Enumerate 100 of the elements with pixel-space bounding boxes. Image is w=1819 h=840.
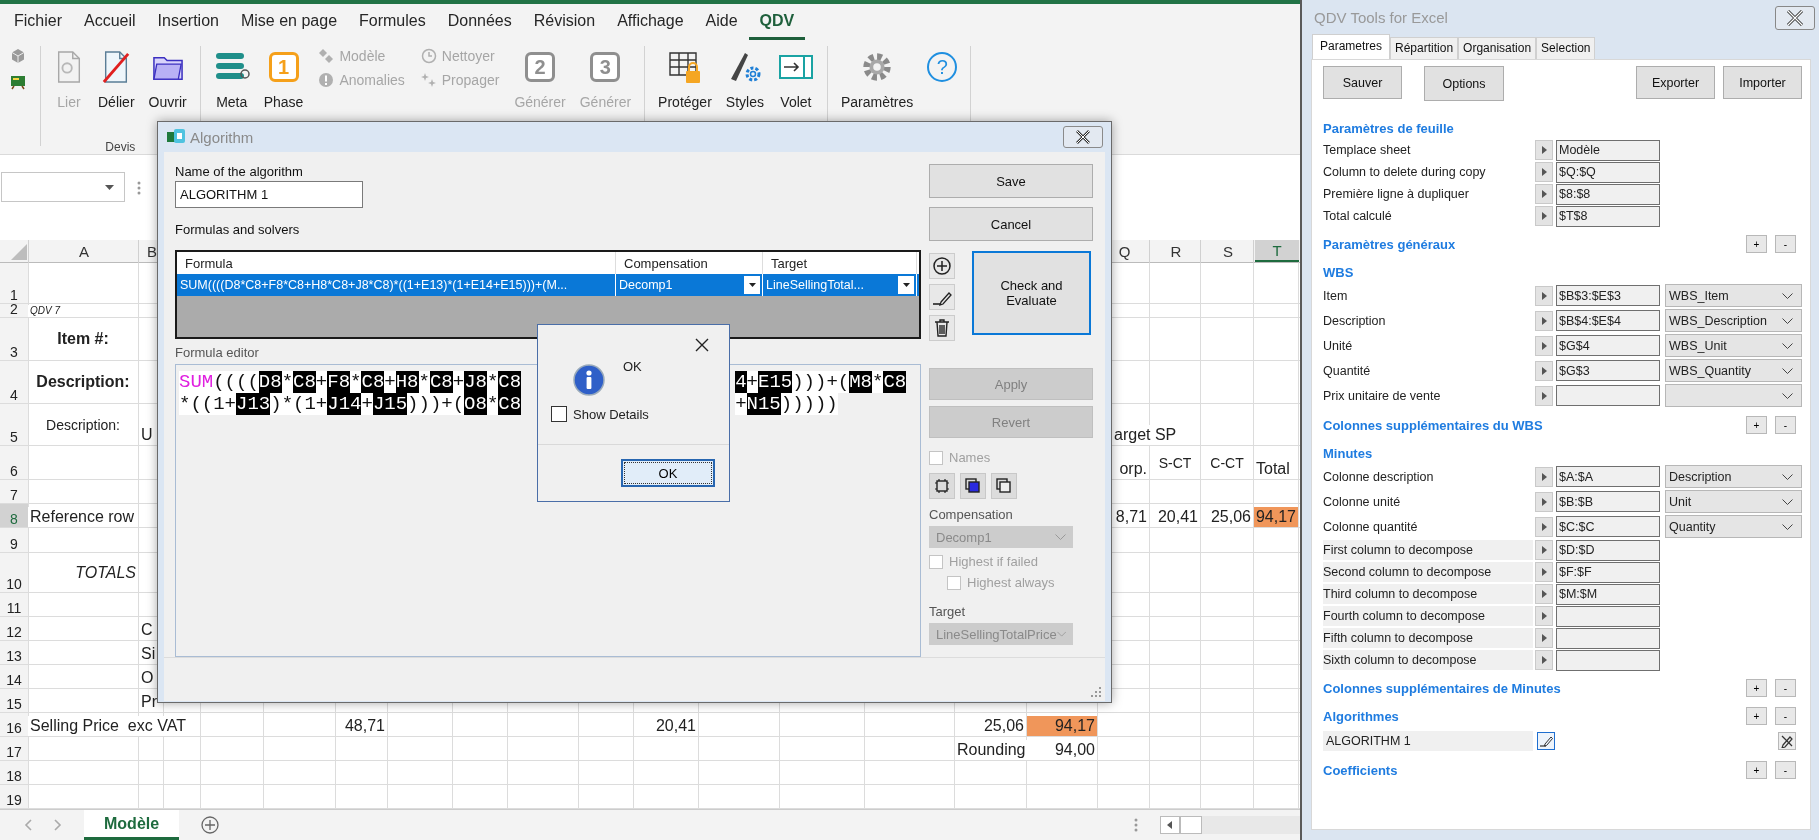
ribbon-button[interactable]: Styles xyxy=(720,46,769,112)
ribbon-tab[interactable]: Affichage xyxy=(606,4,695,40)
dropdown-button[interactable] xyxy=(744,276,760,294)
tab[interactable]: Répartition xyxy=(1390,37,1459,59)
pick-button[interactable] xyxy=(1535,162,1553,182)
panel-button[interactable]: Importer xyxy=(1723,66,1802,99)
panel-button[interactable]: Sauver xyxy=(1323,66,1402,99)
ribbon-button[interactable]: Protéger xyxy=(653,46,717,112)
name-input[interactable]: ALGORITHM 1 xyxy=(175,181,363,208)
remove-button[interactable]: - xyxy=(1775,707,1796,725)
value-field[interactable]: $G$3 xyxy=(1556,360,1660,381)
dropdown[interactable]: WBS_Item xyxy=(1665,284,1802,307)
copy-button[interactable] xyxy=(991,473,1017,499)
ribbon-button[interactable]: 1 Phase xyxy=(258,46,309,112)
value-field[interactable]: Modèle xyxy=(1556,139,1660,161)
ribbon-tab[interactable]: Révision xyxy=(522,4,607,40)
value-field[interactable]: $Q:$Q xyxy=(1556,161,1660,183)
value-field[interactable]: $8:$8 xyxy=(1556,183,1660,205)
ribbon-tab[interactable]: Fichier xyxy=(3,4,73,40)
pick-button[interactable] xyxy=(1535,516,1553,537)
add-button[interactable] xyxy=(929,253,955,279)
board-icon[interactable] xyxy=(10,74,26,90)
pick-button[interactable] xyxy=(1535,562,1553,582)
add-sheet-icon[interactable] xyxy=(201,816,220,834)
pick-button[interactable] xyxy=(1535,360,1553,381)
pick-button[interactable] xyxy=(1535,466,1553,487)
close-button[interactable] xyxy=(1063,126,1103,148)
ribbon-tab[interactable]: Accueil xyxy=(73,4,147,40)
value-field[interactable]: $F:$F xyxy=(1556,561,1660,583)
ribbon-button[interactable]: Meta xyxy=(208,46,255,112)
pick-button[interactable] xyxy=(1535,540,1553,560)
ribbon-tab[interactable]: Formules xyxy=(348,4,437,40)
value-field[interactable]: $T$8 xyxy=(1556,205,1660,227)
value-field[interactable]: $D:$D xyxy=(1556,539,1660,561)
ok-button[interactable]: OK xyxy=(621,459,715,487)
pick-button[interactable] xyxy=(1535,335,1553,356)
edit-button[interactable] xyxy=(1537,732,1555,750)
ribbon-button[interactable]: Ouvrir xyxy=(143,46,192,112)
value-field[interactable]: $G$4 xyxy=(1556,335,1660,356)
column-header[interactable]: A xyxy=(29,240,139,262)
checkbox[interactable] xyxy=(551,406,567,422)
ribbon-tab[interactable]: Aide xyxy=(694,4,749,40)
pick-button[interactable] xyxy=(1535,628,1553,648)
ribbon-button[interactable]: Délier xyxy=(93,46,140,112)
add-button[interactable]: + xyxy=(1746,235,1767,253)
pick-button[interactable] xyxy=(1535,385,1553,406)
ribbon-button[interactable]: Paramètres xyxy=(835,46,919,112)
pick-button[interactable] xyxy=(1535,491,1553,512)
resize-grip-icon[interactable] xyxy=(1091,687,1101,697)
value-field[interactable] xyxy=(1556,385,1660,406)
dropdown[interactable]: Description xyxy=(1665,465,1802,488)
ribbon-tab[interactable]: Insertion xyxy=(146,4,230,40)
check-button[interactable]: Check and Evaluate xyxy=(972,251,1091,335)
add-button[interactable]: + xyxy=(1746,416,1767,434)
dropdown[interactable]: WBS_Quantity xyxy=(1665,359,1802,382)
dropdown[interactable]: WBS_Unit xyxy=(1665,334,1802,357)
sheet-tab[interactable]: Modèle xyxy=(84,810,180,840)
close-icon[interactable] xyxy=(695,338,709,352)
ribbon-tab[interactable]: Mise en page xyxy=(229,4,349,40)
row-header[interactable]: 8 xyxy=(0,504,28,527)
pick-button[interactable] xyxy=(1535,310,1553,331)
remove-button[interactable]: - xyxy=(1775,416,1796,434)
save-button[interactable]: Save xyxy=(929,164,1093,198)
tab[interactable]: Selection xyxy=(1536,37,1596,59)
pick-button[interactable] xyxy=(1535,584,1553,604)
ribbon-button[interactable]: Volet xyxy=(772,46,819,112)
pick-button[interactable] xyxy=(1535,606,1553,626)
add-button[interactable]: + xyxy=(1746,761,1767,779)
fill-button[interactable] xyxy=(960,473,986,499)
dropdown[interactable]: WBS_Description xyxy=(1665,309,1802,332)
remove-button[interactable]: - xyxy=(1775,761,1796,779)
value-field[interactable]: $B$4:$E$4 xyxy=(1556,310,1660,331)
tab[interactable]: Organisation xyxy=(1458,37,1537,59)
pick-button[interactable] xyxy=(1535,206,1553,226)
dropdown[interactable]: Quantity xyxy=(1665,515,1802,538)
dropdown-button[interactable] xyxy=(898,276,914,294)
column-header[interactable]: T xyxy=(1255,240,1299,262)
remove-button[interactable]: - xyxy=(1775,679,1796,697)
add-button[interactable]: + xyxy=(1746,679,1767,697)
delete-button[interactable] xyxy=(1778,732,1796,750)
value-field[interactable] xyxy=(1556,627,1660,649)
value-field[interactable]: $A:$A xyxy=(1556,466,1660,487)
value-field[interactable]: $B$3:$E$3 xyxy=(1556,285,1660,306)
panel-button[interactable]: Options xyxy=(1424,66,1504,101)
remove-button[interactable]: - xyxy=(1775,235,1796,253)
column-header[interactable]: R xyxy=(1151,240,1201,262)
cube-icon[interactable] xyxy=(10,48,26,64)
pick-button[interactable] xyxy=(1535,140,1553,160)
panel-button[interactable]: Exporter xyxy=(1636,66,1715,99)
tab[interactable]: Parametres xyxy=(1312,34,1391,59)
column-header[interactable]: S xyxy=(1202,240,1254,262)
pick-button[interactable] xyxy=(1535,285,1553,306)
value-field[interactable] xyxy=(1556,605,1660,627)
pick-button[interactable] xyxy=(1535,650,1553,670)
ribbon-tab[interactable]: Données xyxy=(436,4,523,40)
dropdown[interactable]: Unit xyxy=(1665,490,1802,513)
algorithm-name[interactable]: ALGORITHM 1 xyxy=(1323,731,1533,751)
add-button[interactable]: + xyxy=(1746,707,1767,725)
value-field[interactable] xyxy=(1556,649,1660,671)
value-field[interactable]: $M:$M xyxy=(1556,583,1660,605)
